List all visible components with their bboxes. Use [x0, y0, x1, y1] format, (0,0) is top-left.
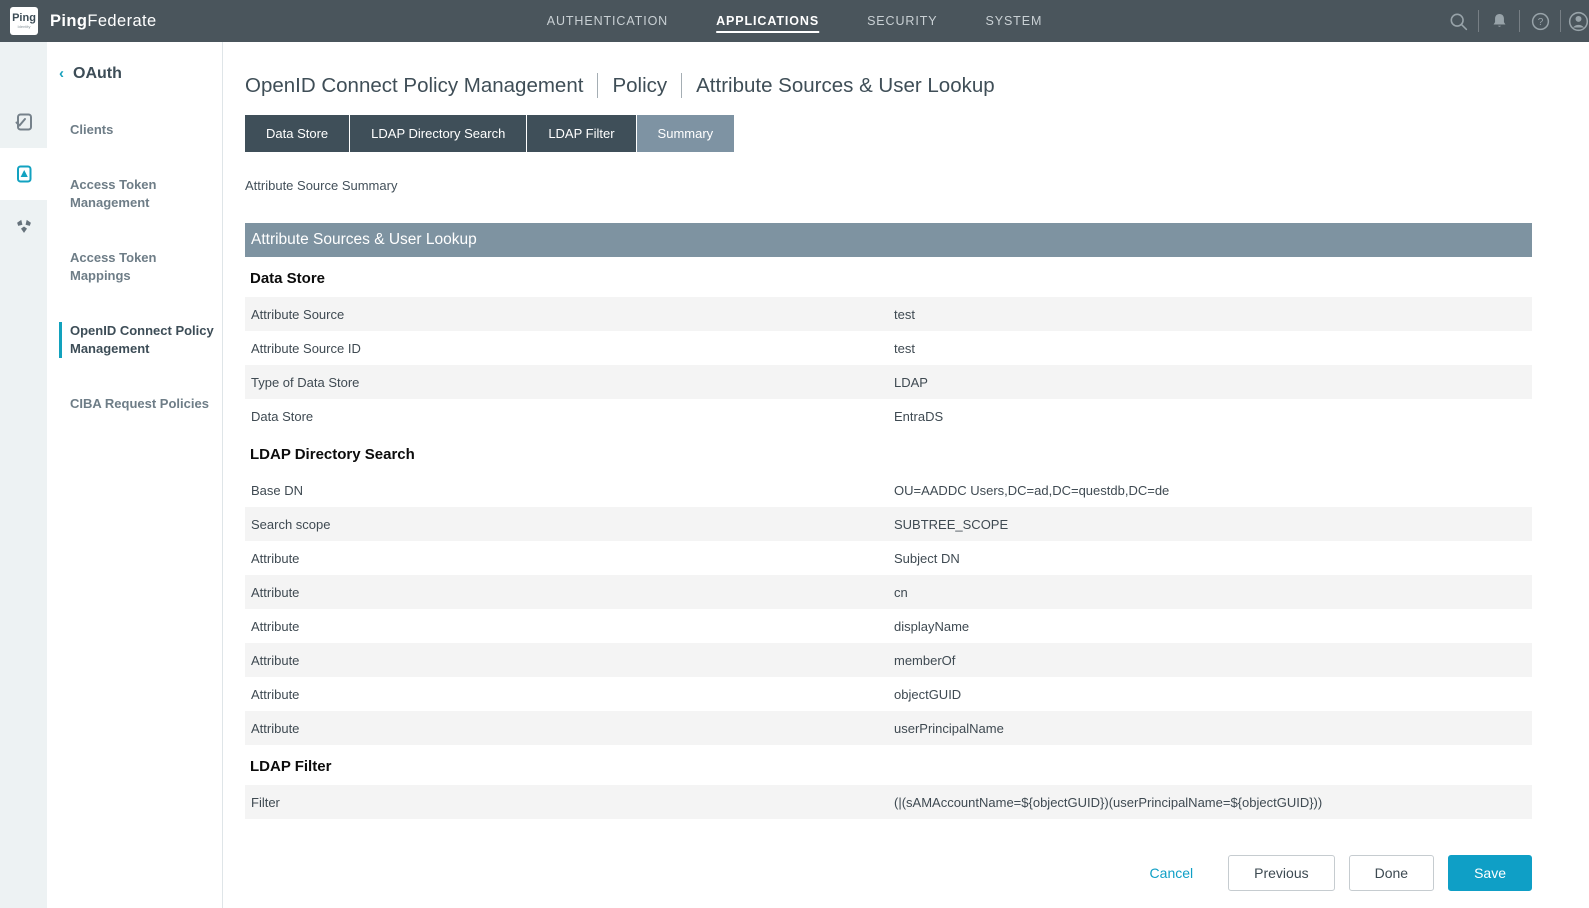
sidebar: ‹ OAuth Clients Access Token Management …: [47, 42, 223, 908]
row-value: LDAP: [894, 375, 1532, 390]
previous-button[interactable]: Previous: [1228, 855, 1334, 891]
row-label: Attribute: [245, 653, 894, 668]
sidebar-back-oauth[interactable]: ‹ OAuth: [59, 65, 222, 83]
cancel-link[interactable]: Cancel: [1150, 865, 1194, 881]
row-value: objectGUID: [894, 687, 1532, 702]
app-title-rest: Federate: [87, 12, 156, 30]
top-nav: AUTHENTICATION APPLICATIONS SECURITY SYS…: [547, 0, 1043, 42]
sidebar-item[interactable]: Clients: [59, 121, 214, 139]
summary-table-body: Data StoreAttribute SourcetestAttribute …: [245, 257, 1532, 819]
row-label: Attribute Source: [245, 307, 894, 322]
row-value: test: [894, 341, 1532, 356]
sidebar-section-title: OAuth: [73, 65, 122, 83]
row-label: Filter: [245, 795, 894, 810]
summary-row: AttributedisplayName: [245, 609, 1532, 643]
row-value: OU=AADDC Users,DC=ad,DC=questdb,DC=de: [894, 483, 1532, 498]
wizard-tab[interactable]: Data Store: [245, 115, 349, 152]
summary-row: AttributememberOf: [245, 643, 1532, 677]
ping-logo-subtext: Identity: [18, 25, 31, 29]
row-value: userPrincipalName: [894, 721, 1532, 736]
wizard-tab[interactable]: Summary: [637, 115, 735, 152]
row-value: SUBTREE_SCOPE: [894, 517, 1532, 532]
sidebar-item[interactable]: CIBA Request Policies: [59, 395, 214, 413]
breadcrumb: OpenID Connect Policy Management Policy …: [245, 73, 1532, 98]
row-label: Attribute Source ID: [245, 341, 894, 356]
summary-row: AttributeuserPrincipalName: [245, 711, 1532, 745]
top-bar: Ping Identity PingFederate AUTHENTICATIO…: [0, 0, 1589, 42]
row-label: Attribute: [245, 687, 894, 702]
save-button[interactable]: Save: [1448, 855, 1532, 891]
row-value: memberOf: [894, 653, 1532, 668]
svg-text:?: ?: [1537, 17, 1543, 28]
row-value: displayName: [894, 619, 1532, 634]
ping-logo-text: Ping: [12, 13, 36, 24]
section-heading: LDAP Filter: [245, 745, 1532, 785]
main-content: OpenID Connect Policy Management Policy …: [224, 42, 1589, 908]
breadcrumb-separator: [681, 73, 682, 98]
row-value: Subject DN: [894, 551, 1532, 566]
top-nav-item[interactable]: AUTHENTICATION: [547, 9, 668, 33]
row-value: test: [894, 307, 1532, 322]
summary-row: AttributeobjectGUID: [245, 677, 1532, 711]
row-label: Type of Data Store: [245, 375, 894, 390]
grants-icon[interactable]: [0, 200, 47, 252]
top-nav-item[interactable]: SYSTEM: [985, 9, 1042, 33]
sidebar-icon-rail: [0, 42, 47, 908]
row-label: Attribute: [245, 551, 894, 566]
section-heading: LDAP Directory Search: [245, 433, 1532, 473]
wizard-tabs: Data Store LDAP Directory Search LDAP Fi…: [245, 115, 1532, 152]
breadcrumb-segment: Attribute Sources & User Lookup: [696, 74, 995, 98]
app-title-bold: Ping: [50, 12, 87, 30]
wizard-tab[interactable]: LDAP Filter: [527, 115, 635, 152]
summary-row: Search scopeSUBTREE_SCOPE: [245, 507, 1532, 541]
sidebar-item[interactable]: OpenID Connect Policy Management: [59, 322, 214, 358]
ping-logo: Ping Identity: [10, 7, 38, 35]
row-label: Data Store: [245, 409, 894, 424]
top-icon-group: ?: [1438, 0, 1589, 42]
row-value: cn: [894, 585, 1532, 600]
summary-table-header: Attribute Sources & User Lookup: [245, 223, 1532, 257]
summary-row: AttributeSubject DN: [245, 541, 1532, 575]
help-icon[interactable]: ?: [1520, 0, 1560, 42]
row-label: Base DN: [245, 483, 894, 498]
summary-row: Data StoreEntraDS: [245, 399, 1532, 433]
row-label: Attribute: [245, 721, 894, 736]
oauth-icon[interactable]: [0, 148, 47, 200]
breadcrumb-segment: OpenID Connect Policy Management: [245, 74, 583, 98]
summary-row: Attributecn: [245, 575, 1532, 609]
integration-icon[interactable]: [0, 96, 47, 148]
breadcrumb-separator: [597, 73, 598, 98]
summary-row: Attribute Source IDtest: [245, 331, 1532, 365]
top-nav-item[interactable]: SECURITY: [867, 9, 937, 33]
row-value: (|(sAMAccountName=${objectGUID})(userPri…: [894, 795, 1532, 810]
app-title: PingFederate: [50, 12, 157, 31]
section-heading: Data Store: [245, 257, 1532, 297]
summary-row: Attribute Sourcetest: [245, 297, 1532, 331]
sidebar-menu: Clients Access Token Management Access T…: [47, 121, 222, 413]
breadcrumb-segment: Policy: [612, 74, 667, 98]
summary-row: Filter(|(sAMAccountName=${objectGUID})(u…: [245, 785, 1532, 819]
wizard-tab[interactable]: LDAP Directory Search: [350, 115, 526, 152]
top-nav-item[interactable]: APPLICATIONS: [716, 9, 819, 33]
done-button[interactable]: Done: [1349, 855, 1434, 891]
footer-actions: Cancel Previous Done Save: [245, 855, 1532, 891]
bell-icon[interactable]: [1479, 0, 1519, 42]
row-label: Search scope: [245, 517, 894, 532]
row-label: Attribute: [245, 619, 894, 634]
row-label: Attribute: [245, 585, 894, 600]
summary-row: Base DNOU=AADDC Users,DC=ad,DC=questdb,D…: [245, 473, 1532, 507]
account-icon[interactable]: [1561, 0, 1589, 42]
sidebar-item[interactable]: Access Token Management: [59, 176, 214, 212]
summary-description: Attribute Source Summary: [245, 178, 1532, 193]
summary-row: Type of Data StoreLDAP: [245, 365, 1532, 399]
search-icon[interactable]: [1438, 0, 1478, 42]
sidebar-item[interactable]: Access Token Mappings: [59, 249, 214, 285]
row-value: EntraDS: [894, 409, 1532, 424]
chevron-left-icon: ‹: [59, 65, 64, 82]
